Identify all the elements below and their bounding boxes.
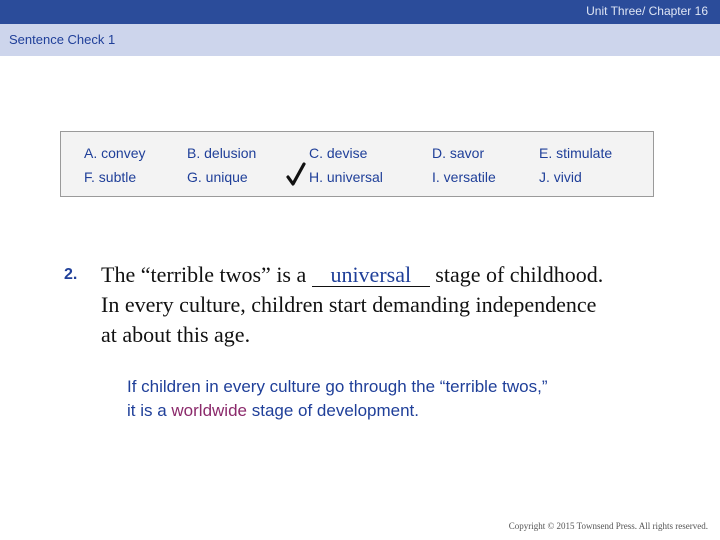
hint-text-after: stage of development.	[247, 401, 420, 420]
word-bank-item-f: F. subtle	[84, 169, 136, 185]
section-title: Sentence Check 1	[9, 32, 116, 47]
word-text: subtle	[98, 169, 137, 185]
question-line-1: The “terrible twos” is a universal stage…	[101, 262, 603, 288]
question-text-before: The “terrible twos” is a	[101, 262, 312, 287]
word-bank-item-g: G. unique	[187, 169, 248, 185]
word-bank-item-h: H. universal	[309, 169, 383, 185]
word-bank-item-e: E. stimulate	[539, 145, 612, 161]
answer-blank: universal	[311, 262, 430, 287]
word-bank-box	[60, 131, 654, 197]
word-text: savor	[449, 145, 485, 161]
top-bar: Unit Three/ Chapter 16	[0, 0, 720, 24]
word-text: devise	[326, 145, 368, 161]
word-letter: G.	[187, 169, 202, 185]
word-bank-item-a: A. convey	[84, 145, 145, 161]
checkmark-icon	[286, 162, 306, 186]
word-letter: A.	[84, 145, 98, 161]
word-text: convey	[101, 145, 146, 161]
hint-line-2: it is a worldwide stage of development.	[127, 401, 419, 421]
word-letter: C.	[309, 145, 323, 161]
hint-text-before: it is a	[127, 401, 172, 420]
word-bank-item-i: I. versatile	[432, 169, 496, 185]
word-text: stimulate	[556, 145, 613, 161]
word-bank-item-d: D. savor	[432, 145, 484, 161]
hint-highlight: worldwide	[171, 401, 247, 420]
chapter-label: Unit Three/ Chapter 16	[586, 4, 708, 18]
section-bar: Sentence Check 1	[0, 24, 720, 56]
word-text: vivid	[553, 169, 582, 185]
question-line-2: In every culture, children start demandi…	[101, 292, 597, 317]
word-letter: D.	[432, 145, 446, 161]
word-letter: H.	[309, 169, 323, 185]
hint-line-1: If children in every culture go through …	[127, 377, 548, 396]
word-text: unique	[205, 169, 248, 185]
question-text-after: stage of childhood.	[429, 262, 604, 287]
question-line-3: at about this age.	[101, 322, 251, 347]
word-letter: B.	[187, 145, 201, 161]
word-bank-item-j: J. vivid	[539, 169, 582, 185]
word-letter: F.	[84, 169, 95, 185]
copyright-notice: Copyright © 2015 Townsend Press. All rig…	[508, 521, 708, 531]
word-text: universal	[326, 169, 383, 185]
word-letter: E.	[539, 145, 553, 161]
word-letter: J.	[539, 169, 550, 185]
word-letter: I.	[432, 169, 440, 185]
word-text: versatile	[443, 169, 496, 185]
answer-text: universal	[330, 262, 412, 287]
word-bank-item-b: B. delusion	[187, 145, 256, 161]
question-number: 2.	[64, 266, 78, 283]
word-text: delusion	[204, 145, 257, 161]
word-bank-item-c: C. devise	[309, 145, 367, 161]
